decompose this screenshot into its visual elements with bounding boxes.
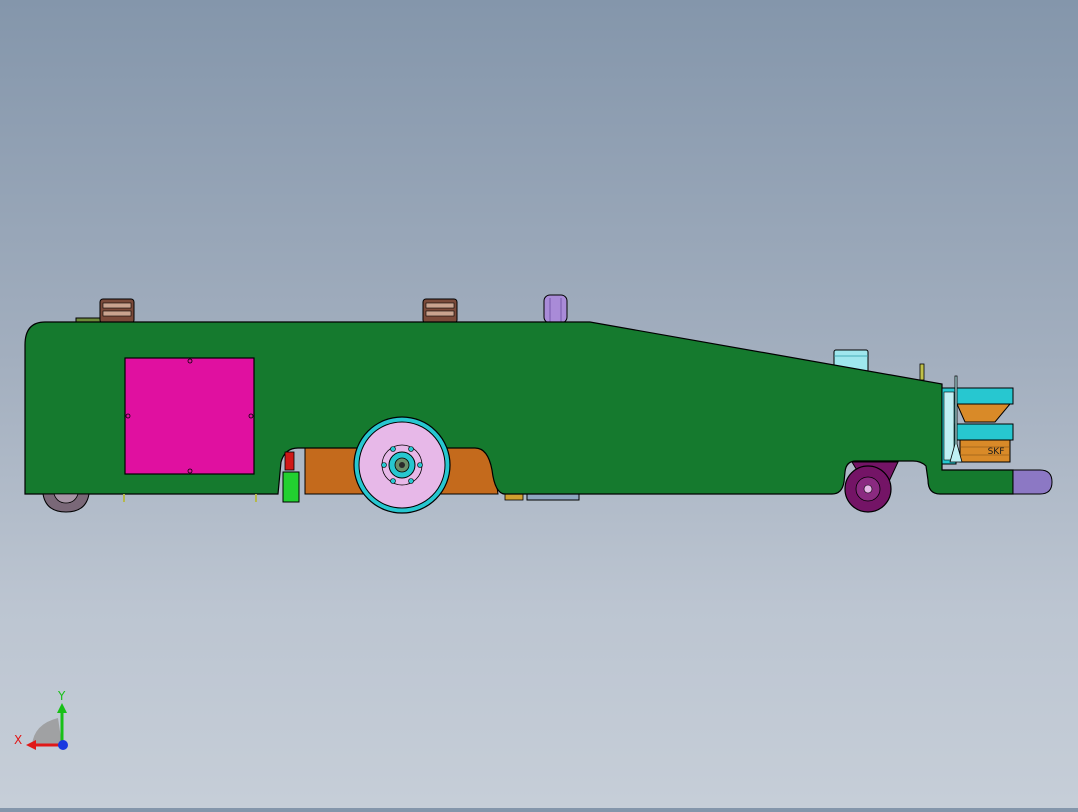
cylinder-top-middle (422, 298, 458, 324)
bearing-label: SKF (988, 447, 1005, 457)
front-caster (844, 461, 899, 513)
cad-viewport[interactable]: SKF Y X (0, 0, 1078, 808)
antenna-post (919, 363, 925, 381)
access-panel (124, 357, 255, 475)
drive-wheel (353, 416, 451, 514)
y-axis-label: Y (57, 689, 66, 703)
x-axis-label: X (14, 733, 22, 747)
model-canvas: SKF Y X (14, 294, 1053, 750)
rear-caster (42, 493, 90, 513)
axis-triad: Y X (14, 689, 68, 750)
lift-plate (1012, 469, 1053, 495)
lift-mechanism: SKF (941, 375, 1014, 465)
bracket-green (282, 451, 300, 503)
sensor-cap-purple (543, 294, 568, 324)
